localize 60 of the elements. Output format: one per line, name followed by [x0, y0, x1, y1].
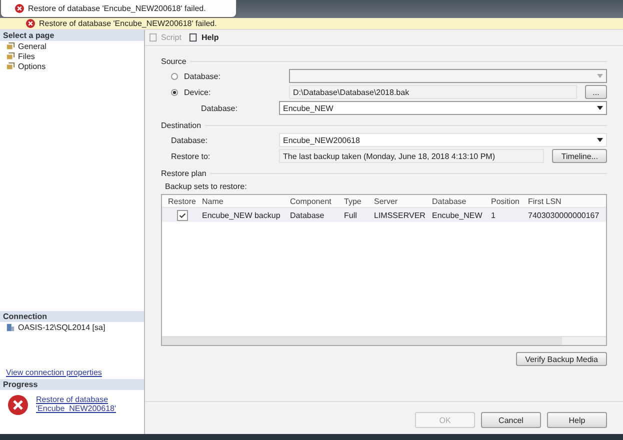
group-title: Restore plan	[161, 168, 206, 178]
page-item[interactable]: General	[0, 41, 144, 51]
device-path-field[interactable]: D:\Database\Database\2018.bak	[289, 85, 577, 99]
page-item[interactable]: Options	[0, 61, 144, 71]
verify-backup-media-button[interactable]: Verify Backup Media	[516, 352, 607, 366]
caret-icon	[597, 106, 603, 110]
radio-option[interactable]: Database:	[161, 72, 281, 80]
column-header[interactable]: First LSN	[525, 196, 606, 206]
field-label: Restore to:	[170, 152, 212, 160]
caret-icon	[597, 138, 603, 142]
group-title: Source	[161, 56, 186, 66]
horizontal-scrollbar[interactable]	[162, 336, 606, 345]
error-message: Restore of database 'Encube_NEW200618' failed.	[39, 19, 217, 28]
caret-icon	[597, 74, 603, 78]
column-header[interactable]: Name	[199, 196, 287, 206]
page-icon	[6, 62, 15, 70]
table-cell-text: 7403030000000167	[527, 210, 600, 220]
toolbar-button[interactable]: Help	[189, 33, 219, 42]
column-header[interactable]: Component	[287, 196, 341, 206]
field-label: Database:	[170, 136, 208, 144]
restore-to-field[interactable]: The last backup taken (Monday, June 18, 2018 4:13:10 PM)	[279, 149, 544, 163]
dialog-button[interactable]: Cancel	[481, 412, 541, 428]
database-dropdown[interactable]	[289, 69, 607, 83]
error-icon	[15, 4, 24, 13]
column-header[interactable]: Server	[371, 196, 429, 206]
table-cell-text: Encube_NEW	[431, 210, 484, 220]
timeline-button[interactable]: Timeline...	[552, 149, 607, 163]
error-icon	[26, 19, 35, 28]
page-item[interactable]: Files	[0, 51, 144, 61]
error-tooltip: Restore of database 'Encube_NEW200618' failed.	[0, 0, 237, 18]
radio-option[interactable]: Device:	[161, 88, 281, 96]
section-header: Progress	[0, 379, 144, 390]
table-cell-text: Encube_NEW backup	[201, 210, 282, 220]
radio-button[interactable]	[171, 88, 178, 96]
browse-button[interactable]: ...	[585, 85, 607, 99]
database-dropdown[interactable]: Encube_NEW200618	[279, 133, 607, 147]
column-header[interactable]: Restore	[162, 196, 199, 206]
field-label: Database:	[200, 104, 238, 112]
table-cell-text: Full	[343, 210, 358, 220]
connection-server: OASIS-12\SQL2014 [sa]	[0, 322, 144, 332]
table-cell-text: LIMSSERVER	[373, 210, 426, 220]
error-icon	[8, 395, 28, 415]
table-cell-text: Database	[289, 210, 326, 220]
dialog-button[interactable]: Help	[547, 412, 607, 428]
database-dropdown[interactable]: Encube_NEW	[279, 101, 607, 115]
column-header[interactable]: Type	[341, 196, 371, 206]
backup-sets-label: Backup sets to restore:	[164, 181, 248, 193]
server-icon	[6, 322, 15, 332]
column-header[interactable]: Database	[429, 196, 488, 206]
progress-link[interactable]: Restore of database 'Encube_NEW200618'	[36, 395, 116, 415]
restore-checkbox[interactable]	[176, 210, 188, 220]
view-connection-properties-link[interactable]: View connection properties	[0, 368, 108, 379]
table-cell-text: 1	[490, 210, 496, 220]
section-header: Connection	[0, 311, 144, 322]
column-header[interactable]: Position	[488, 196, 525, 206]
group-title: Destination	[161, 120, 202, 130]
radio-button[interactable]	[171, 72, 178, 80]
section-header: Select a page	[0, 30, 144, 41]
page-icon	[6, 52, 15, 60]
page-icon	[6, 42, 15, 50]
